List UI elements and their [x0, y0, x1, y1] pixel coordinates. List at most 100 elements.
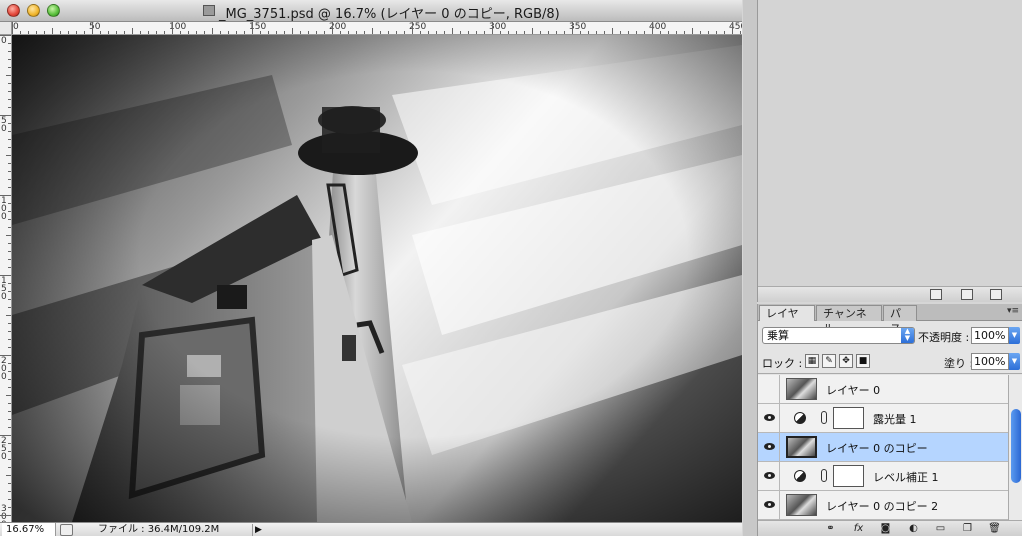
lock-move-icon[interactable]: ✥: [839, 354, 853, 368]
layer-mask-thumbnail: [833, 407, 864, 429]
chain-link-icon[interactable]: [821, 469, 827, 482]
layers-panel: レイヤー チャンネル パス ▾≡ 乗算 ▲▼ 不透明度 : 100% ▼ ロック…: [757, 304, 1022, 536]
ruler-tick: [308, 31, 309, 34]
status-menu-arrow-icon[interactable]: ▶: [252, 524, 262, 536]
chain-link-icon[interactable]: [821, 411, 827, 424]
lock-all-icon[interactable]: ■: [856, 354, 870, 368]
minimize-window-button[interactable]: [27, 4, 40, 17]
new-group-icon[interactable]: ▭: [934, 523, 947, 534]
fill-dropdown-icon[interactable]: ▼: [1009, 353, 1020, 370]
blend-mode-value: 乗算: [767, 329, 789, 342]
ruler-tick: [8, 491, 11, 492]
photoshop-workspace: _MG_3751.psd @ 16.7% (レイヤー 0 のコピー, RGB/8…: [0, 0, 1022, 536]
ruler-tick: [8, 323, 11, 324]
scrollbar-thumb[interactable]: [1011, 409, 1021, 483]
visibility-toggle[interactable]: [760, 404, 780, 432]
ruler-tick: [204, 31, 205, 34]
status-info-icon[interactable]: [60, 524, 73, 536]
lock-brush-icon[interactable]: ✎: [822, 354, 836, 368]
lock-row: ロック : ▦ ✎ ✥ ■ 塗り : 100% ▼: [758, 350, 1022, 374]
ruler-tick: [492, 22, 493, 34]
trash-icon[interactable]: [990, 289, 1002, 300]
ruler-tick: [540, 31, 541, 34]
layer-row[interactable]: レイヤー 0 のコピー 2: [758, 491, 1008, 520]
ruler-tick: [708, 31, 709, 34]
ruler-tick: [76, 31, 77, 34]
ruler-tick: [212, 28, 213, 34]
tab-layers[interactable]: レイヤー: [759, 305, 815, 335]
title-bar[interactable]: _MG_3751.psd @ 16.7% (レイヤー 0 のコピー, RGB/8…: [0, 0, 742, 22]
tab-channels[interactable]: チャンネル: [816, 305, 882, 335]
ruler-tick: [8, 51, 11, 52]
image-canvas[interactable]: [12, 35, 742, 522]
fill-label: 塗り :: [944, 357, 974, 370]
vertical-ruler[interactable]: 0 50 100 150 200 250 300: [0, 35, 12, 522]
ruler-h-label: 50: [89, 22, 101, 32]
opacity-field[interactable]: 100%: [971, 327, 1009, 344]
ruler-tick: [0, 355, 11, 356]
adjustment-icon[interactable]: ◐: [907, 523, 920, 534]
ruler-tick: [428, 31, 429, 34]
zoom-level-field[interactable]: 16.67%: [2, 523, 56, 536]
ruler-tick: [732, 22, 733, 34]
ruler-tick: [220, 31, 221, 34]
new-item-icon[interactable]: [930, 289, 942, 300]
ruler-tick: [68, 31, 69, 34]
ruler-tick: [0, 275, 11, 276]
link-layers-icon[interactable]: ⚭: [824, 523, 837, 534]
ruler-tick: [0, 435, 11, 436]
layer-name: レベル補正 1: [873, 471, 939, 484]
ruler-tick: [388, 31, 389, 34]
ruler-tick: [156, 31, 157, 34]
ruler-tick: [8, 451, 11, 452]
ruler-tick: [8, 467, 11, 468]
ruler-tick: [8, 123, 11, 124]
ruler-tick: [8, 219, 11, 220]
opacity-dropdown-icon[interactable]: ▼: [1009, 327, 1020, 344]
upper-panel-footer: [758, 286, 1022, 302]
ruler-tick: [8, 83, 11, 84]
layer-row-selected[interactable]: レイヤー 0 のコピー: [758, 433, 1008, 462]
ruler-tick: [12, 22, 13, 34]
blend-row: 乗算 ▲ ▼ 不透明度 : 100% ▼: [758, 323, 1022, 349]
horizontal-ruler[interactable]: 0 50 100 150 200 250 300 350 400 450: [12, 22, 742, 35]
ruler-tick: [516, 31, 517, 34]
ruler-origin[interactable]: [0, 22, 12, 35]
ruler-tick: [716, 31, 717, 34]
layer-row[interactable]: 露光量 1: [758, 404, 1008, 433]
ruler-tick: [700, 31, 701, 34]
layer-style-fx-icon[interactable]: fx: [852, 523, 865, 534]
ruler-tick: [8, 227, 11, 228]
ruler-tick: [380, 31, 381, 34]
visibility-toggle[interactable]: [760, 491, 780, 519]
close-window-button[interactable]: [7, 4, 20, 17]
add-mask-icon[interactable]: ◙: [879, 523, 892, 534]
ruler-tick: [412, 22, 413, 34]
ruler-tick: [20, 31, 21, 34]
ruler-tick: [604, 31, 605, 34]
fill-field[interactable]: 100%: [971, 353, 1009, 370]
visibility-toggle[interactable]: [760, 375, 780, 403]
visibility-toggle[interactable]: [760, 462, 780, 490]
ruler-tick: [84, 31, 85, 34]
ruler-tick: [8, 363, 11, 364]
blend-mode-select[interactable]: 乗算 ▲ ▼: [762, 327, 915, 344]
visibility-toggle[interactable]: [760, 433, 780, 461]
ruler-tick: [180, 31, 181, 34]
new-layer-icon[interactable]: ❐: [961, 523, 974, 534]
tab-paths[interactable]: パス: [883, 305, 917, 335]
ruler-tick: [316, 31, 317, 34]
panel-menu-icon[interactable]: ▾≡: [1007, 306, 1019, 316]
layer-thumbnail: [786, 436, 817, 458]
layer-row[interactable]: レイヤー 0: [758, 375, 1008, 404]
lighthouse-photo: [12, 35, 742, 522]
layer-row[interactable]: レベル補正 1: [758, 462, 1008, 491]
zoom-window-button[interactable]: [47, 4, 60, 17]
ruler-tick: [8, 187, 11, 188]
delete-layer-icon[interactable]: 🗑: [988, 523, 1001, 534]
lock-transparency-icon[interactable]: ▦: [805, 354, 819, 368]
layer-list-scrollbar[interactable]: [1008, 375, 1022, 520]
camera-icon[interactable]: [961, 289, 973, 300]
ruler-tick: [468, 31, 469, 34]
ruler-tick: [396, 31, 397, 34]
